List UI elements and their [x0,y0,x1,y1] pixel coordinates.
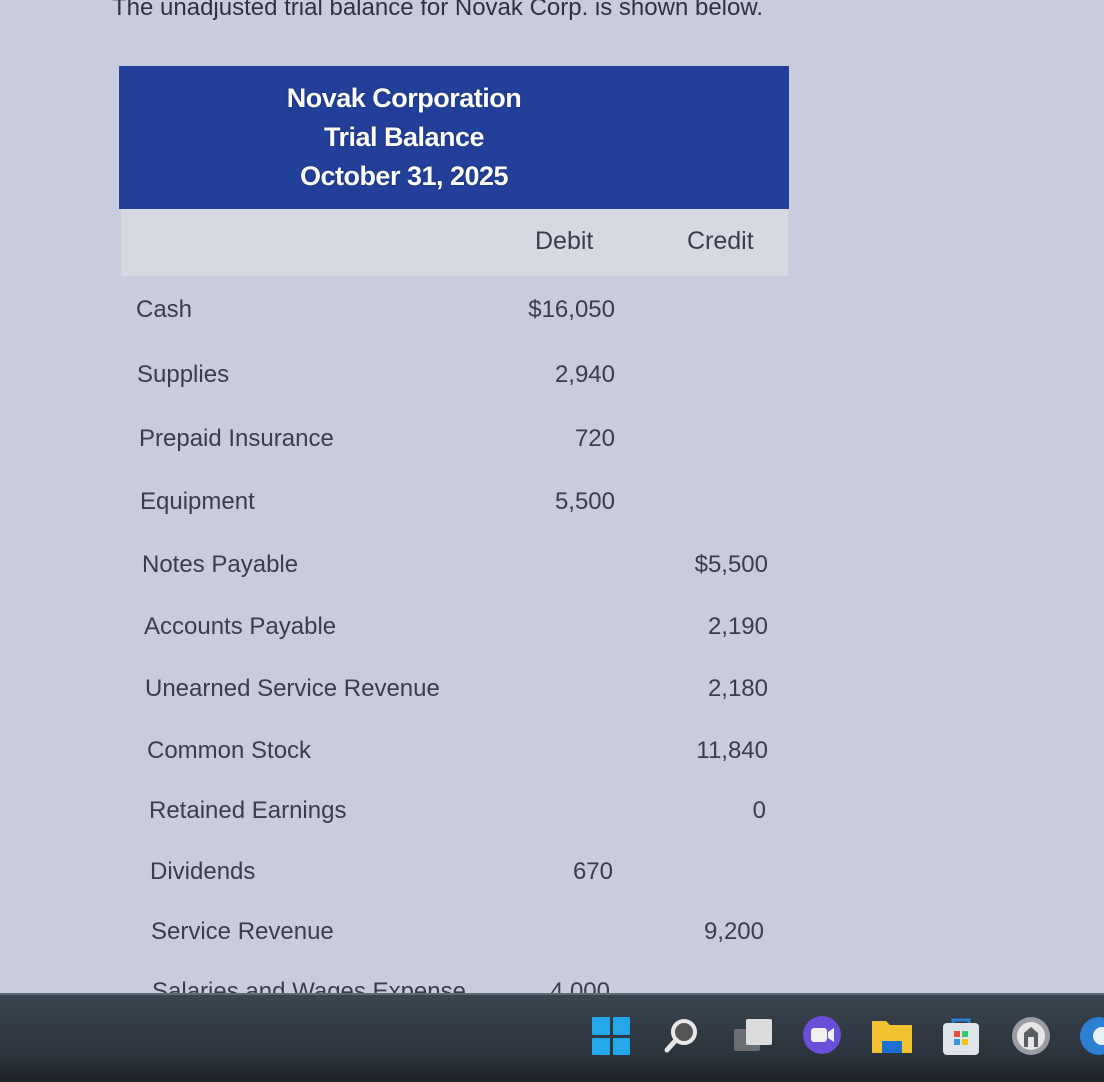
account-name: Accounts Payable [144,613,337,640]
debit-amount: 5,500 [554,488,615,515]
account-name: Common Stock [147,737,312,764]
debit-amount: 670 [572,858,613,885]
account-name: Notes Payable [142,551,299,578]
debit-amount: $16,050 [528,296,615,323]
statement-date: October 31, 2025 [299,161,509,191]
column-header-row: Debit Credit [121,209,788,276]
table-row: Dividends 670 [0,858,800,898]
account-name: Service Revenue [151,918,334,945]
statement-title: Trial Balance [323,122,485,152]
credit-amount: 0 [752,797,766,824]
table-row: Supplies 2,940 [0,361,800,401]
table-row: Accounts Payable 2,190 [0,613,800,653]
microsoft-store-icon[interactable] [940,1015,980,1055]
credit-amount: 11,840 [696,737,768,764]
task-view-icon[interactable] [732,1015,772,1055]
edge-icon[interactable] [1078,1015,1104,1055]
table-row: Common Stock 11,840 [0,737,800,777]
debit-column-header: Debit [535,227,594,255]
debit-amount: 2,940 [554,361,615,388]
table-row: Unearned Service Revenue 2,180 [0,675,800,715]
account-name: Cash [136,296,193,323]
table-row: Service Revenue 9,200 [0,918,800,958]
trial-balance-header: Novak Corporation Trial Balance October … [119,66,789,209]
account-name: Prepaid Insurance [139,425,334,452]
table-row: Cash $16,050 [0,296,800,336]
table-row: Retained Earnings 0 [0,797,800,837]
credit-amount: 2,190 [707,613,768,640]
app-icon[interactable] [1010,1015,1050,1055]
account-name: Retained Earnings [149,797,347,824]
windows-start-icon[interactable] [592,1017,630,1055]
credit-amount: 9,200 [703,918,764,945]
company-name: Novak Corporation [286,83,522,113]
search-icon[interactable] [662,1015,702,1055]
table-row: Notes Payable $5,500 [0,551,800,591]
credit-amount: 2,180 [707,675,768,702]
file-explorer-icon[interactable] [870,1015,912,1055]
meet-chat-icon[interactable] [801,1015,841,1055]
table-row: Equipment 5,500 [0,488,800,528]
credit-amount: $5,500 [694,551,768,578]
account-name: Unearned Service Revenue [145,675,440,702]
table-row: Prepaid Insurance 720 [0,425,800,465]
credit-column-header: Credit [687,227,754,255]
account-name: Dividends [150,858,256,885]
account-name: Equipment [140,488,255,515]
taskbar [0,993,1104,1082]
intro-text: The unadjusted trial balance for Novak C… [112,0,764,21]
account-name: Supplies [137,361,230,388]
debit-amount: 720 [574,425,615,452]
